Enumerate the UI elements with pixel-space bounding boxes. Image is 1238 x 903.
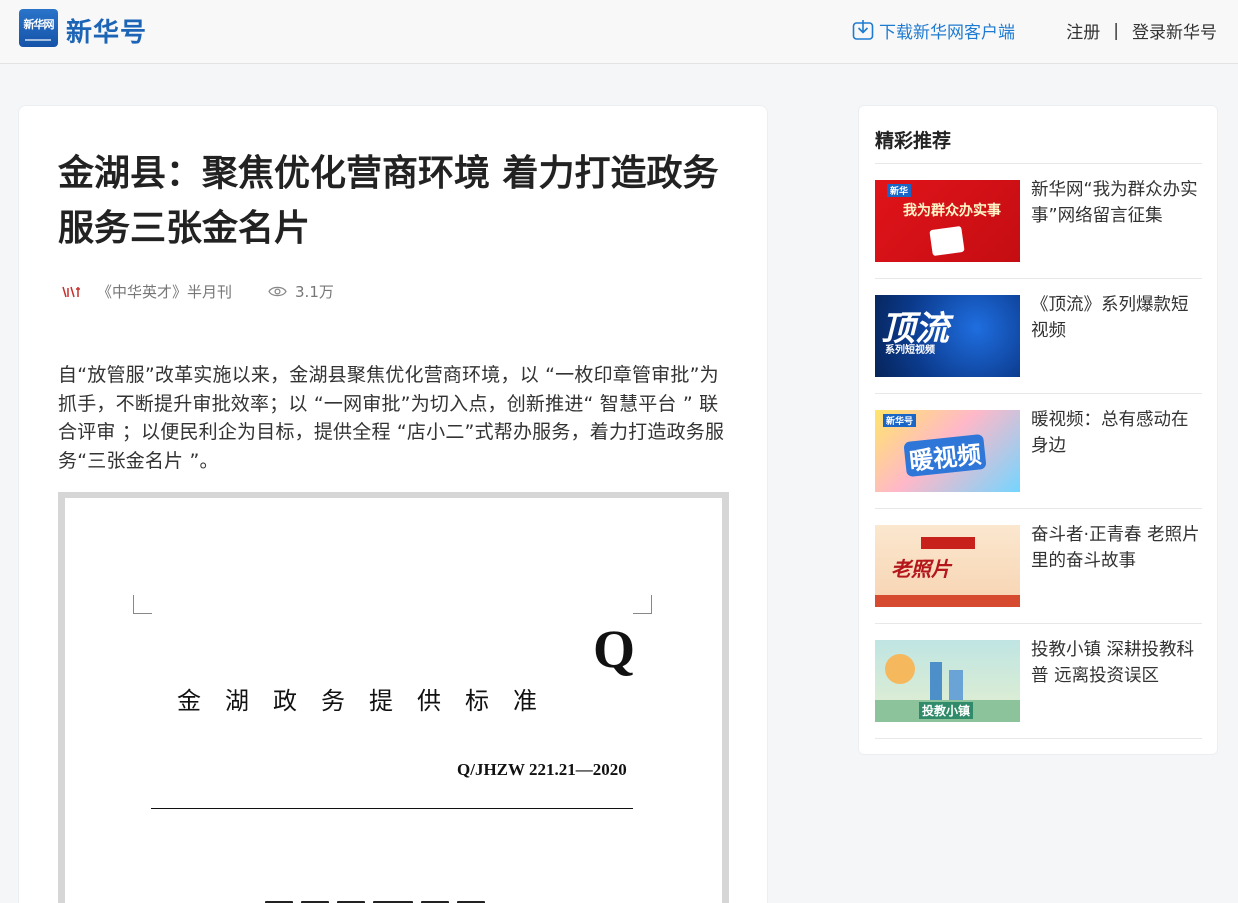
recommendation-sidebar: 精彩推荐 新华 我为群众办实事 新华网“我为群众办实事”网络留言征集 顶流 系列…: [858, 105, 1218, 755]
logo-underline: [25, 39, 51, 41]
register-link[interactable]: 注册: [1066, 18, 1100, 43]
logo-badge-text: 新华网: [23, 18, 55, 31]
recommend-title[interactable]: 新华网“我为群众办实事”网络留言征集: [1031, 177, 1201, 229]
thumb-footer: [875, 595, 1020, 607]
recommend-title[interactable]: 《顶流》系列爆款短视频: [1031, 292, 1201, 344]
thumb-badge: 新华: [887, 184, 912, 197]
view-count-value: 3.1万: [295, 283, 334, 301]
article-title: 金湖县：聚焦优化营商环境 着力打造政务服务三张金名片: [58, 153, 719, 249]
document-page: Q 金湖政务提供标准 Q/JHZW 221.21—2020: [65, 498, 722, 903]
recommend-item[interactable]: 老照片 奋斗者·正青春 老照片里的奋斗故事: [875, 509, 1202, 624]
thumbnail-image[interactable]: 新华号 暖视频: [875, 410, 1020, 492]
download-app-link[interactable]: 下载新华网客户端: [852, 18, 1015, 43]
article-card: 金湖县：聚焦优化营商环境 着力打造政务服务三张金名片 《中华英才》半月刊 3.1…: [18, 105, 768, 903]
crop-mark-right: [633, 595, 652, 614]
download-app-label: 下载新华网客户端: [879, 22, 1015, 43]
recommend-title[interactable]: 奋斗者·正青春 老照片里的奋斗故事: [1031, 522, 1201, 574]
document-cutoff-text: [265, 898, 535, 903]
thumb-caption: 投教小镇: [919, 702, 974, 719]
xinhua-logo-icon[interactable]: 新华网: [19, 9, 58, 47]
recommend-item[interactable]: 投教小镇 投教小镇 深耕投教科普 远离投资误区: [875, 624, 1202, 739]
auth-separator: |: [1113, 20, 1119, 41]
recommend-item[interactable]: 顶流 系列短视频 《顶流》系列爆款短视频: [875, 279, 1202, 394]
thumb-decoration: [929, 225, 965, 257]
top-header: 新华网 新华号 下载新华网客户端 注册 | 登录新华号: [0, 0, 1238, 64]
sidebar-title: 精彩推荐: [875, 130, 952, 152]
eye-icon: [268, 286, 287, 297]
document-rule: [151, 808, 633, 809]
recommend-item[interactable]: 新华号 暖视频 暖视频：总有感动在身边: [875, 394, 1202, 509]
recommend-title[interactable]: 投教小镇 深耕投教科普 远离投资误区: [1031, 637, 1201, 689]
thumbnail-image[interactable]: 新华 我为群众办实事: [875, 180, 1020, 262]
thumbnail-image[interactable]: 老照片: [875, 525, 1020, 607]
recommend-title[interactable]: 暖视频：总有感动在身边: [1031, 407, 1201, 459]
document-letter: Q: [593, 619, 636, 679]
download-icon: [852, 20, 874, 40]
document-image: Q 金湖政务提供标准 Q/JHZW 221.21—2020: [58, 492, 729, 903]
thumb-banner: [921, 537, 975, 549]
thumb-subcaption: 系列短视频: [885, 345, 935, 356]
document-heading: 金湖政务提供标准: [177, 687, 561, 715]
thumb-sun: [885, 654, 915, 684]
crop-mark-left: [133, 595, 152, 614]
auth-links: 注册 | 登录新华号: [1066, 18, 1217, 44]
site-logo-text[interactable]: 新华号: [66, 12, 147, 49]
view-count: 3.1万: [268, 281, 334, 302]
article-paragraph: 自“放管服”改革实施以来，金湖县聚焦优化营商环境，以 “一枚印章管审批”为抓手，…: [58, 364, 725, 472]
recommend-item[interactable]: 新华 我为群众办实事 新华网“我为群众办实事”网络留言征集: [875, 164, 1202, 279]
document-code: Q/JHZW 221.21—2020: [457, 760, 627, 779]
thumb-badge: 新华号: [883, 414, 917, 427]
thumbnail-image[interactable]: 顶流 系列短视频: [875, 295, 1020, 377]
thumbnail-image[interactable]: 投教小镇: [875, 640, 1020, 722]
thumb-caption: 老照片: [891, 557, 951, 581]
thumb-caption: 我为群众办实事: [903, 203, 1001, 219]
thumb-caption: 暖视频: [903, 433, 987, 478]
article-meta: 《中华英才》半月刊 3.1万: [61, 281, 334, 302]
login-link[interactable]: 登录新华号: [1132, 18, 1217, 43]
source-logo-icon: [61, 284, 83, 300]
article-source[interactable]: 《中华英才》半月刊: [97, 281, 232, 302]
